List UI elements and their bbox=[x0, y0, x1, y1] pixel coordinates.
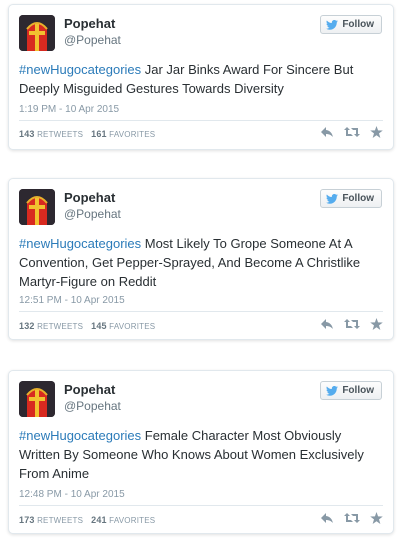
favorite-count[interactable]: 241 bbox=[91, 515, 107, 525]
reply-icon[interactable] bbox=[320, 126, 334, 138]
avatar[interactable] bbox=[19, 189, 55, 225]
timestamp[interactable]: 1:19 PM - 10 Apr 2015 bbox=[19, 104, 119, 115]
tweet-text: #newHugocategories Most Likely To Grope … bbox=[19, 234, 383, 291]
retweet-count[interactable]: 143 bbox=[19, 129, 35, 139]
tweet-text: #newHugocategories Jar Jar Binks Award F… bbox=[19, 60, 383, 98]
follow-button[interactable]: Follow bbox=[320, 15, 382, 34]
favorites-label: FAVORITES bbox=[109, 516, 156, 525]
user-handle[interactable]: @Popehat bbox=[64, 399, 121, 413]
retweet-count[interactable]: 132 bbox=[19, 321, 35, 331]
follow-button[interactable]: Follow bbox=[320, 189, 382, 208]
user-name[interactable]: Popehat bbox=[64, 382, 115, 397]
divider bbox=[19, 505, 383, 506]
user-handle[interactable]: @Popehat bbox=[64, 33, 121, 47]
twitter-bird-icon bbox=[326, 193, 339, 204]
tweet-stats: 132 RETWEETS 145 FAVORITES bbox=[19, 321, 155, 331]
avatar[interactable] bbox=[19, 381, 55, 417]
tweet-card: Popehat @Popehat Follow #newHugocategori… bbox=[8, 370, 394, 534]
popehat-mitre-icon bbox=[19, 15, 55, 51]
follow-label: Follow bbox=[342, 193, 374, 204]
user-name[interactable]: Popehat bbox=[64, 16, 115, 31]
retweet-icon[interactable] bbox=[344, 318, 360, 330]
favorite-icon[interactable] bbox=[370, 512, 383, 524]
divider bbox=[19, 120, 383, 121]
avatar[interactable] bbox=[19, 15, 55, 51]
twitter-bird-icon bbox=[326, 385, 339, 396]
follow-button[interactable]: Follow bbox=[320, 381, 382, 400]
popehat-mitre-icon bbox=[19, 381, 55, 417]
tweet-actions bbox=[320, 318, 383, 330]
hashtag-link[interactable]: #newHugocategories bbox=[19, 62, 141, 77]
favorites-label: FAVORITES bbox=[109, 130, 156, 139]
tweet-stats: 143 RETWEETS 161 FAVORITES bbox=[19, 129, 155, 139]
retweets-label: RETWEETS bbox=[37, 130, 84, 139]
tweet-actions bbox=[320, 126, 383, 138]
popehat-mitre-icon bbox=[19, 189, 55, 225]
user-handle[interactable]: @Popehat bbox=[64, 207, 121, 221]
tweet-card: Popehat @Popehat Follow #newHugocategori… bbox=[8, 4, 394, 150]
timestamp[interactable]: 12:51 PM - 10 Apr 2015 bbox=[19, 295, 125, 306]
retweets-label: RETWEETS bbox=[37, 516, 84, 525]
tweet-stats: 173 RETWEETS 241 FAVORITES bbox=[19, 515, 155, 525]
user-name[interactable]: Popehat bbox=[64, 190, 115, 205]
favorite-icon[interactable] bbox=[370, 126, 383, 138]
hashtag-link[interactable]: #newHugocategories bbox=[19, 236, 141, 251]
retweet-count[interactable]: 173 bbox=[19, 515, 35, 525]
reply-icon[interactable] bbox=[320, 318, 334, 330]
hashtag-link[interactable]: #newHugocategories bbox=[19, 428, 141, 443]
follow-label: Follow bbox=[342, 19, 374, 30]
follow-label: Follow bbox=[342, 385, 374, 396]
tweet-actions bbox=[320, 512, 383, 524]
favorite-count[interactable]: 161 bbox=[91, 129, 107, 139]
favorite-icon[interactable] bbox=[370, 318, 383, 330]
retweet-icon[interactable] bbox=[344, 512, 360, 524]
timestamp[interactable]: 12:48 PM - 10 Apr 2015 bbox=[19, 489, 125, 500]
twitter-bird-icon bbox=[326, 19, 339, 30]
favorite-count[interactable]: 145 bbox=[91, 321, 107, 331]
tweet-text: #newHugocategories Female Character Most… bbox=[19, 426, 383, 483]
reply-icon[interactable] bbox=[320, 512, 334, 524]
divider bbox=[19, 311, 383, 312]
favorites-label: FAVORITES bbox=[109, 322, 156, 331]
retweet-icon[interactable] bbox=[344, 126, 360, 138]
tweet-card: Popehat @Popehat Follow #newHugocategori… bbox=[8, 178, 394, 340]
retweets-label: RETWEETS bbox=[37, 322, 84, 331]
